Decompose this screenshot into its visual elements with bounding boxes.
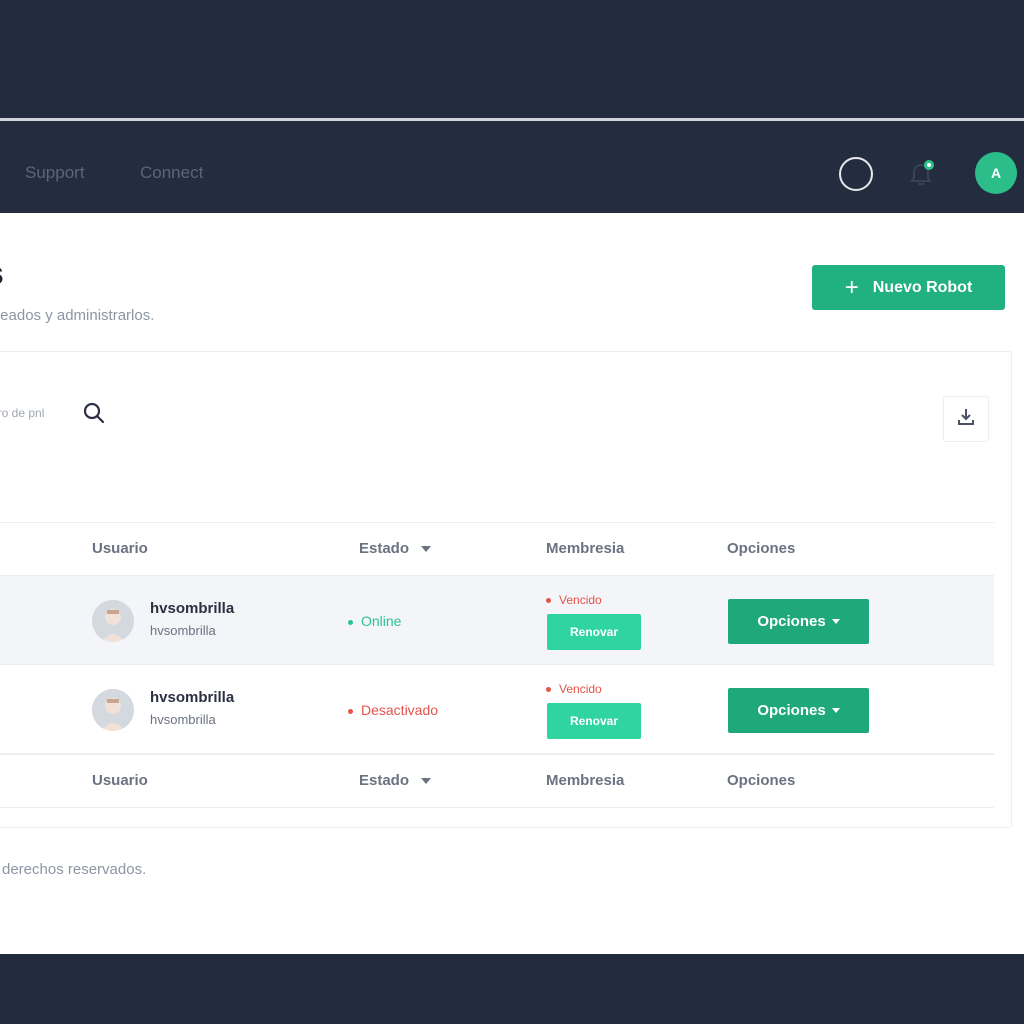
column-header-estado-label: Estado [359, 540, 410, 557]
status-dot-icon [348, 619, 353, 625]
options-label: Opciones [757, 613, 826, 630]
main-content: s s creados y administrarlos. + Nuevo Ro… [0, 213, 1024, 954]
status-badge: Desactivado [348, 702, 438, 718]
bell-icon[interactable] [904, 157, 938, 191]
download-button[interactable] [943, 396, 989, 442]
circle-icon[interactable] [839, 157, 873, 191]
sort-caret-icon [421, 778, 432, 785]
status-badge: Online [348, 613, 401, 629]
table-footer: Usuario Estado Membresia Opciones [0, 754, 994, 808]
column-header-usuario[interactable]: Usuario [92, 540, 148, 557]
footer-header-usuario: Usuario [92, 772, 148, 789]
options-dropdown-button[interactable]: Opciones [728, 599, 869, 644]
new-robot-button[interactable]: + Nuevo Robot [812, 265, 1005, 310]
top-backdrop [0, 0, 1024, 118]
column-header-opciones[interactable]: Opciones [727, 540, 795, 557]
user-avatar[interactable]: A [975, 152, 1017, 194]
options-dropdown-button[interactable]: Opciones [728, 688, 869, 733]
robots-table: Usuario Estado Membresia Opciones hvsomb… [0, 522, 994, 808]
column-header-membresia[interactable]: Membresia [546, 540, 624, 557]
chevron-down-icon [831, 619, 840, 624]
membership-status: Vencido [546, 682, 602, 696]
footer-header-estado-label: Estado [359, 772, 410, 789]
table-row: hvsombrilla hvsombrilla Online Vencido R… [0, 576, 994, 665]
column-header-estado[interactable]: Estado [359, 540, 432, 557]
nav-link-connect[interactable]: Connect [140, 163, 203, 183]
footer-header-membresia: Membresia [546, 772, 625, 789]
table-row: hvsombrilla hvsombrilla Desactivado Venc… [0, 665, 994, 754]
status-label: Online [361, 613, 402, 629]
footer-header-estado: Estado [359, 772, 432, 789]
copyright-text: derechos reservados. [2, 861, 147, 878]
membership-dot-icon [546, 687, 551, 693]
search-icon[interactable] [83, 402, 105, 424]
footer-header-opciones: Opciones [727, 772, 796, 789]
membership-dot-icon [546, 598, 551, 604]
user-handle: hvsombrilla [150, 623, 216, 638]
page-subtitle: s creados y administrarlos. [0, 307, 155, 324]
download-icon [955, 406, 977, 433]
renew-button[interactable]: Renovar [547, 614, 641, 650]
page-title: s [0, 255, 4, 292]
status-label: Desactivado [361, 702, 439, 718]
plus-icon: + [844, 273, 859, 301]
user-avatar-icon [92, 600, 134, 642]
user-name[interactable]: hvsombrilla [150, 689, 234, 706]
navbar: Support Connect A [0, 121, 1024, 213]
search-box [0, 392, 121, 434]
new-robot-label: Nuevo Robot [872, 278, 973, 296]
user-name[interactable]: hvsombrilla [150, 600, 234, 617]
status-dot-icon [348, 708, 353, 714]
options-label: Opciones [757, 702, 826, 719]
user-handle: hvsombrilla [150, 712, 216, 727]
sort-caret-icon [421, 546, 432, 553]
user-avatar-icon [92, 689, 134, 731]
renew-button[interactable]: Renovar [547, 703, 641, 739]
nav-link-support[interactable]: Support [25, 163, 85, 183]
robots-card: Usuario Estado Membresia Opciones hvsomb… [0, 351, 1012, 828]
membership-label: Vencido [559, 682, 602, 696]
bottom-backdrop [0, 954, 1024, 1024]
membership-label: Vencido [559, 593, 602, 607]
membership-status: Vencido [546, 593, 602, 607]
search-input[interactable] [0, 400, 71, 426]
chevron-down-icon [831, 708, 840, 713]
table-header: Usuario Estado Membresia Opciones [0, 522, 994, 576]
